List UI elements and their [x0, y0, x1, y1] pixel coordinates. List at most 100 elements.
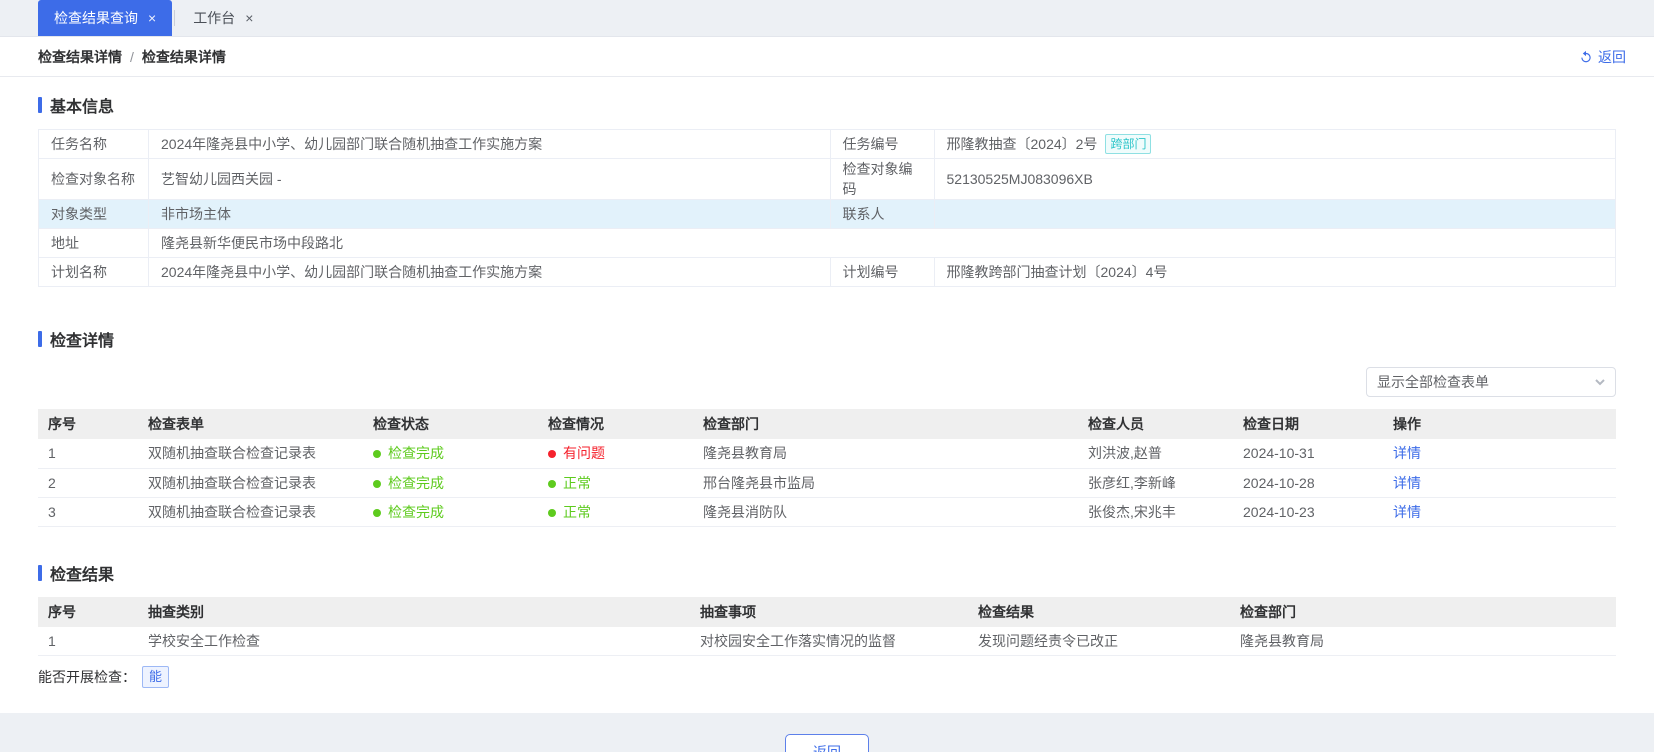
table-row: 任务名称 2024年隆尧县中小学、幼儿园部门联合随机抽查工作实施方案 任务编号 … — [38, 129, 1616, 159]
table-row: 地址 隆尧县新华便民市场中段路北 — [38, 228, 1616, 258]
tab-label: 检查结果查询 — [54, 10, 138, 26]
field-value: 52130525MJ083096XB — [933, 158, 1616, 200]
cell-situation: 正常 — [538, 497, 693, 527]
status-text: 检查完成 — [388, 474, 444, 491]
column-header: 检查部门 — [1230, 596, 1616, 627]
cell-action: 详情 — [1383, 439, 1616, 469]
cell-category: 学校安全工作检查 — [138, 626, 690, 656]
field-label: 检查对象名称 — [38, 158, 149, 200]
situation-dot-green — [548, 479, 556, 488]
table-row: 2 双随机抽查联合检查记录表 检查完成 正常 邢台隆尧县市监局 张彦红,李新峰 … — [38, 468, 1616, 498]
field-value: 非市场主体 — [148, 199, 831, 229]
cell-index: 1 — [38, 626, 138, 656]
breadcrumb-bar: 检查结果详情 / 检查结果详情 返回 — [0, 37, 1654, 77]
close-icon[interactable]: × — [148, 11, 156, 25]
table-row: 3 双随机抽查联合检查记录表 检查完成 正常 隆尧县消防队 张俊杰,宋兆丰 20… — [38, 497, 1616, 527]
column-header: 检查日期 — [1233, 409, 1383, 439]
cell-item: 对校园安全工作落实情况的监督 — [690, 626, 968, 656]
table-row: 1 学校安全工作检查 对校园安全工作落实情况的监督 发现问题经责令已改正 隆尧县… — [38, 626, 1616, 656]
cell-inspectors: 张俊杰,宋兆丰 — [1078, 497, 1233, 527]
status-text: 检查完成 — [388, 445, 444, 462]
status-dot-green — [373, 479, 381, 488]
cell-date: 2024-10-28 — [1233, 468, 1383, 498]
field-label: 地址 — [38, 228, 149, 258]
close-icon[interactable]: × — [245, 11, 253, 25]
status-text: 检查完成 — [388, 503, 444, 520]
column-header: 序号 — [38, 409, 138, 439]
field-label: 计划编号 — [829, 257, 935, 287]
back-link-top[interactable]: 返回 — [1579, 47, 1626, 67]
task-number-text: 邢隆教抽查〔2024〕2号 — [946, 136, 1098, 152]
cell-department: 隆尧县消防队 — [693, 497, 1078, 527]
detail-link[interactable]: 详情 — [1393, 504, 1421, 520]
cell-department: 邢台隆尧县市监局 — [693, 468, 1078, 498]
cell-form-name: 双随机抽查联合检查记录表 — [138, 497, 363, 527]
cell-inspectors: 张彦红,李新峰 — [1078, 468, 1233, 498]
cell-status: 检查完成 — [363, 497, 538, 527]
breadcrumb-item[interactable]: 检查结果详情 — [38, 47, 122, 67]
field-label: 联系人 — [829, 199, 935, 229]
tab-workbench[interactable]: 工作台 × — [177, 0, 269, 36]
form-filter-select[interactable]: 显示全部检查表单 — [1366, 367, 1616, 397]
footer-actions: 返回 — [38, 734, 1616, 752]
table-row: 检查对象名称 艺智幼儿园西关园 - 检查对象编码 52130525MJ08309… — [38, 158, 1616, 200]
cell-department: 隆尧县教育局 — [1230, 626, 1616, 656]
filter-row: 显示全部检查表单 — [38, 367, 1616, 397]
tab-bar: 检查结果查询 × 工作台 × — [0, 0, 1654, 36]
column-header: 抽查事项 — [690, 596, 968, 627]
cell-index: 2 — [38, 468, 138, 498]
detail-link[interactable]: 详情 — [1393, 475, 1421, 491]
field-label: 对象类型 — [38, 199, 149, 229]
cell-form-name: 双随机抽查联合检查记录表 — [138, 468, 363, 498]
situation-text: 有问题 — [563, 445, 605, 462]
field-label: 检查对象编码 — [829, 158, 935, 200]
cell-action: 详情 — [1383, 497, 1616, 527]
cell-situation: 正常 — [538, 468, 693, 498]
main-content: 基本信息 任务名称 2024年隆尧县中小学、幼儿园部门联合随机抽查工作实施方案 … — [0, 77, 1654, 752]
cell-inspectors: 刘洪波,赵普 — [1078, 439, 1233, 469]
field-value: 2024年隆尧县中小学、幼儿园部门联合随机抽查工作实施方案 — [148, 257, 831, 287]
column-header: 检查情况 — [538, 409, 693, 439]
cell-date: 2024-10-23 — [1233, 497, 1383, 527]
cell-date: 2024-10-31 — [1233, 439, 1383, 469]
cell-department: 隆尧县教育局 — [693, 439, 1078, 469]
field-value: 邢隆教抽查〔2024〕2号 跨部门 — [933, 129, 1616, 159]
inspection-detail-table: 序号 检查表单 检查状态 检查情况 检查部门 检查人员 检查日期 操作 1 双随… — [38, 409, 1616, 527]
situation-text: 正常 — [563, 503, 591, 520]
field-value: 邢隆教跨部门抽查计划〔2024〕4号 — [933, 257, 1616, 287]
cross-department-badge: 跨部门 — [1105, 134, 1152, 154]
field-label: 任务编号 — [829, 129, 935, 159]
field-value: 2024年隆尧县中小学、幼儿园部门联合随机抽查工作实施方案 — [148, 129, 831, 159]
situation-text: 正常 — [563, 474, 591, 491]
breadcrumb-separator: / — [130, 48, 134, 65]
status-dot-green — [373, 450, 381, 459]
field-value: 隆尧县新华便民市场中段路北 — [148, 228, 1616, 258]
column-header: 检查表单 — [138, 409, 363, 439]
field-label: 任务名称 — [38, 129, 149, 159]
section-title-inspection-result: 检查结果 — [38, 561, 1616, 585]
back-button[interactable]: 返回 — [785, 734, 869, 752]
table-row: 1 双随机抽查联合检查记录表 检查完成 有问题 隆尧县教育局 刘洪波,赵普 20… — [38, 439, 1616, 469]
cell-form-name: 双随机抽查联合检查记录表 — [138, 439, 363, 469]
cell-index: 1 — [38, 439, 138, 469]
content-panel: 检查结果详情 / 检查结果详情 返回 基本信息 任务名称 2024年隆尧县中小学… — [0, 36, 1654, 752]
detail-link[interactable]: 详情 — [1393, 445, 1421, 461]
cell-situation: 有问题 — [538, 439, 693, 469]
can-inspect-badge[interactable]: 能 — [142, 666, 170, 688]
cell-status: 检查完成 — [363, 468, 538, 498]
table-row-highlighted: 对象类型 非市场主体 联系人 — [38, 199, 1616, 229]
status-dot-green — [373, 508, 381, 517]
cell-index: 3 — [38, 497, 138, 527]
can-inspect-label: 能否开展检查： — [38, 669, 136, 685]
tab-inspection-result-query[interactable]: 检查结果查询 × — [38, 0, 173, 36]
field-label: 计划名称 — [38, 257, 149, 287]
cell-result: 发现问题经责令已改正 — [968, 626, 1230, 656]
breadcrumb: 检查结果详情 / 检查结果详情 — [38, 47, 226, 67]
field-value: 艺智幼儿园西关园 - — [148, 158, 831, 200]
field-value — [933, 199, 1616, 229]
column-header: 抽查类别 — [138, 596, 690, 627]
column-header: 操作 — [1383, 409, 1616, 439]
chevron-down-icon — [1595, 379, 1605, 386]
table-row: 计划名称 2024年隆尧县中小学、幼儿园部门联合随机抽查工作实施方案 计划编号 … — [38, 257, 1616, 287]
back-link-label: 返回 — [1598, 48, 1626, 65]
